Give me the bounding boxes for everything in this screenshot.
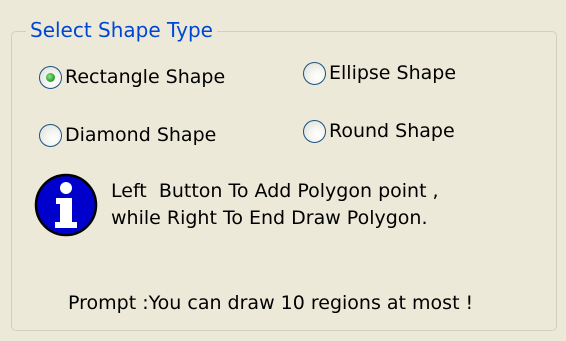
groupbox-title: Select Shape Type <box>26 16 217 44</box>
prompt-text: Prompt :You can draw 10 regions at most … <box>68 292 474 314</box>
radio-label-rectangle: Rectangle Shape <box>65 66 226 88</box>
radio-button-unchecked[interactable] <box>303 119 326 143</box>
radio-label-diamond: Diamond Shape <box>65 124 217 146</box>
radio-checked-dot <box>46 72 55 82</box>
radio-button-unchecked[interactable] <box>303 61 326 85</box>
radio-label-round: Round Shape <box>329 120 455 142</box>
info-line-1: Left Button To Add Polygon point , <box>111 180 439 202</box>
radio-rectangle-shape[interactable]: Rectangle Shape <box>39 65 225 89</box>
radio-diamond-shape[interactable]: Diamond Shape <box>39 123 216 147</box>
shape-settings-panel: Select Shape Type Rectangle Shape Ellips… <box>0 0 566 341</box>
info-line-2: while Right To End Draw Polygon. <box>111 207 428 229</box>
radio-label-ellipse: Ellipse Shape <box>329 62 457 84</box>
info-instructions: Left Button To Add Polygon point , while… <box>111 178 439 232</box>
radio-button-unchecked[interactable] <box>39 123 62 147</box>
radio-button-checked[interactable] <box>39 65 62 89</box>
radio-ellipse-shape[interactable]: Ellipse Shape <box>303 61 456 85</box>
info-icon <box>34 173 98 237</box>
radio-round-shape[interactable]: Round Shape <box>303 119 455 143</box>
